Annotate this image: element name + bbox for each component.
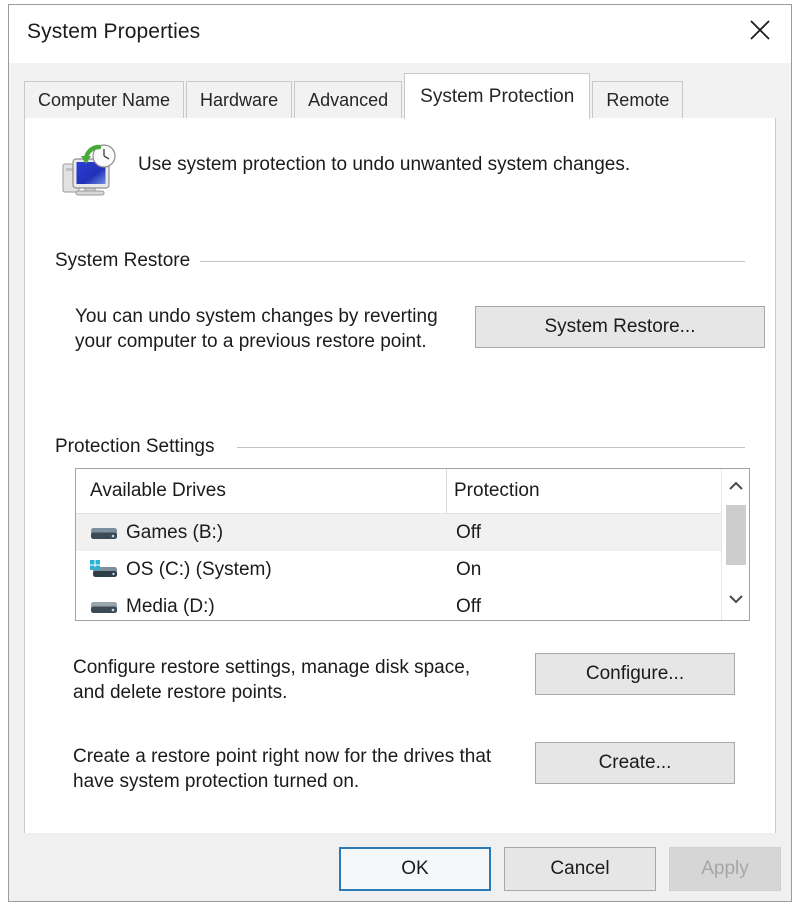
scroll-up-button[interactable] — [722, 473, 749, 503]
configure-description-line1: Configure restore settings, manage disk … — [73, 657, 471, 678]
system-drive-icon — [90, 560, 118, 580]
tab-computer-name[interactable]: Computer Name — [24, 81, 185, 119]
tab-system-protection[interactable]: System Protection — [404, 73, 591, 119]
create-description-line2: have system protection turned on. — [73, 771, 360, 792]
table-row[interactable]: Media (D:) Off — [76, 588, 749, 620]
system-restore-description-line2: your computer to a previous restore poin… — [75, 331, 427, 352]
protection-settings-group-rule — [237, 447, 745, 448]
close-icon — [747, 17, 773, 43]
configure-description-line2: and delete restore points. — [73, 682, 288, 703]
intro-row: Use system protection to undo unwanted s… — [25, 130, 775, 216]
title-bar: System Properties — [9, 5, 791, 63]
close-button[interactable] — [729, 5, 791, 55]
tab-remote[interactable]: Remote — [592, 81, 684, 119]
ok-button[interactable]: OK — [339, 847, 491, 891]
chevron-up-icon — [728, 479, 744, 497]
scrollbar-thumb[interactable] — [726, 505, 746, 565]
column-header-available-drives[interactable]: Available Drives — [90, 480, 226, 502]
tab-content-system-protection: Use system protection to undo unwanted s… — [24, 118, 776, 834]
list-header-row: Available Drives Protection — [76, 469, 749, 514]
protection-settings-group-label: Protection Settings — [55, 436, 225, 458]
window-title: System Properties — [27, 20, 201, 43]
drive-rows: Games (B:) Off OS (C:) (System) On Media… — [76, 514, 749, 620]
system-properties-dialog: System Properties Computer Name Hardware… — [8, 4, 792, 902]
tab-hardware[interactable]: Hardware — [186, 81, 293, 119]
configure-button[interactable]: Configure... — [535, 653, 735, 695]
column-header-protection[interactable]: Protection — [454, 480, 540, 502]
drive-protection-state: Off — [456, 595, 481, 617]
system-restore-group-rule — [200, 261, 745, 262]
drive-protection-state: On — [456, 558, 482, 580]
available-drives-list[interactable]: Available Drives Protection Games (B:) O… — [75, 468, 750, 621]
tab-advanced[interactable]: Advanced — [294, 81, 403, 119]
system-restore-description-line1: You can undo system changes by reverting — [75, 306, 438, 327]
drive-name: OS (C:) (System) — [126, 558, 272, 580]
intro-description: Use system protection to undo unwanted s… — [138, 154, 631, 175]
list-vertical-scrollbar[interactable] — [721, 469, 749, 620]
system-restore-description: You can undo system changes by reverting… — [75, 304, 438, 354]
drive-name: Media (D:) — [126, 595, 215, 617]
drive-icon — [90, 523, 118, 543]
scroll-down-button[interactable] — [722, 586, 749, 616]
drive-icon — [90, 597, 118, 617]
system-restore-group-label: System Restore — [55, 250, 201, 272]
create-button[interactable]: Create... — [535, 742, 735, 784]
system-restore-button[interactable]: System Restore... — [475, 306, 765, 348]
table-row[interactable]: OS (C:) (System) On — [76, 551, 749, 588]
tab-strip: Computer Name Hardware Advanced System P… — [9, 63, 791, 119]
cancel-button[interactable]: Cancel — [504, 847, 656, 891]
system-restore-icon — [59, 140, 121, 202]
drive-protection-state: Off — [456, 521, 481, 543]
table-row[interactable]: Games (B:) Off — [76, 514, 749, 551]
apply-button: Apply — [669, 847, 781, 891]
create-description-line1: Create a restore point right now for the… — [73, 746, 492, 767]
drive-name: Games (B:) — [126, 521, 224, 543]
chevron-down-icon — [728, 592, 744, 610]
dialog-footer: OK Cancel Apply — [9, 833, 791, 901]
configure-description: Configure restore settings, manage disk … — [73, 655, 470, 705]
tab-list: Computer Name Hardware Advanced System P… — [24, 73, 685, 119]
create-description: Create a restore point right now for the… — [73, 744, 491, 794]
column-divider — [446, 469, 447, 513]
